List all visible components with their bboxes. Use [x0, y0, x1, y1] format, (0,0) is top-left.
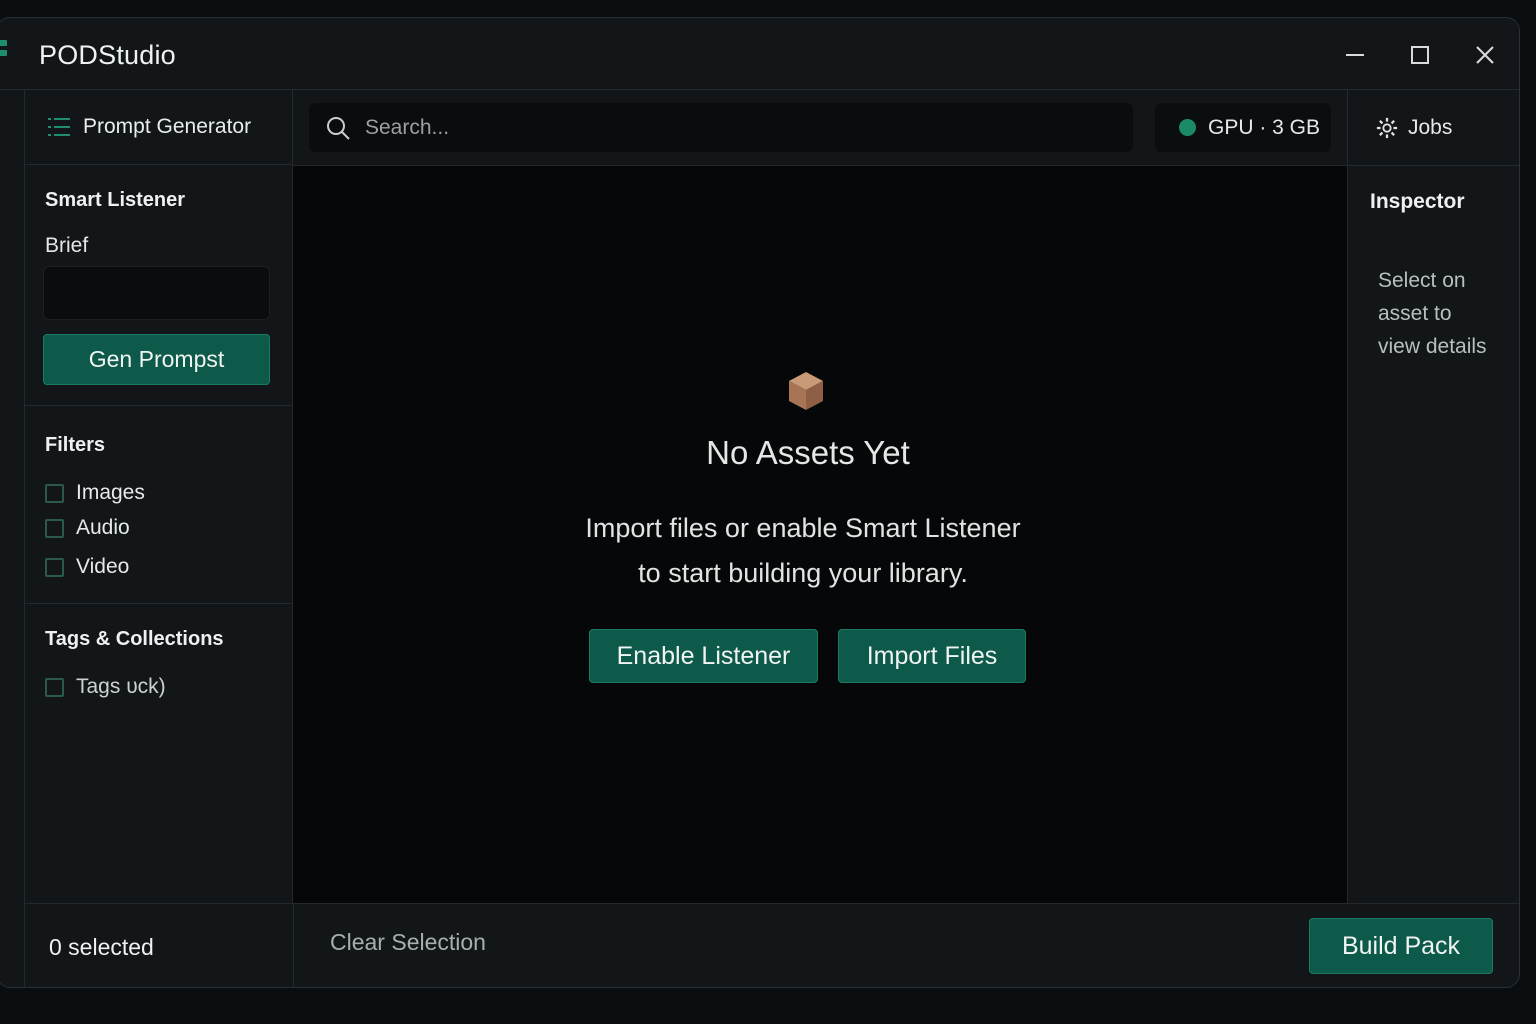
inspector-line3: view details	[1378, 335, 1487, 358]
gen-prompt-button[interactable]: Gen Prompst	[43, 334, 270, 385]
search-input[interactable]	[365, 115, 1085, 140]
smart-listener-title: Smart Listener	[45, 189, 186, 211]
brief-input[interactable]	[43, 266, 270, 320]
brief-label: Brief	[45, 234, 89, 257]
left-sidebar: Prompt Generator Smart Listener Brief Ge…	[24, 90, 293, 903]
footer-bar: 0 selected Clear Selection Build Pack	[24, 903, 1519, 987]
filter-images[interactable]: Images	[45, 481, 272, 505]
maximize-icon	[1411, 46, 1429, 64]
gpu-status-dot	[1179, 119, 1196, 136]
empty-state-description: Import files or enable Smart Listener to…	[293, 506, 1313, 596]
video-checkbox[interactable]	[45, 557, 64, 577]
filters-section: Filters Images Audio Video	[25, 406, 292, 604]
tags-item-label: Tags ᴜck)	[76, 675, 166, 698]
empty-state-title: No Assets Yet	[706, 434, 910, 471]
inspector-line2: asset to	[1378, 302, 1452, 325]
filter-audio[interactable]: Audio	[45, 516, 272, 540]
build-pack-button[interactable]: Build Pack	[1309, 918, 1493, 974]
inspector-title: Inspector	[1370, 190, 1465, 213]
list-icon	[48, 118, 70, 136]
app-logo-icon	[0, 40, 9, 66]
smart-listener-section: Smart Listener Brief Gen Prompst	[25, 165, 292, 406]
jobs-button[interactable]: Jobs	[1347, 90, 1519, 166]
enable-listener-button[interactable]: Enable Listener	[589, 629, 818, 683]
prompt-generator-tab[interactable]: Prompt Generator	[25, 90, 292, 165]
maximize-button[interactable]	[1402, 38, 1438, 72]
prompt-generator-label: Prompt Generator	[83, 115, 252, 138]
empty-desc-line1: Import files or enable Smart Listener	[585, 513, 1021, 543]
search-icon	[327, 116, 350, 140]
search-bar[interactable]	[309, 103, 1133, 152]
app-title: PODStudio	[39, 40, 176, 70]
minimize-icon	[1346, 54, 1364, 56]
images-checkbox[interactable]	[45, 483, 64, 503]
app-window: PODStudio Prompt Generator Smart Listene…	[0, 17, 1520, 988]
gear-icon	[1376, 117, 1398, 138]
minimize-button[interactable]	[1337, 38, 1373, 72]
tags-section: Tags & Collections Tags ᴜck)	[25, 604, 292, 699]
tags-checkbox[interactable]	[45, 677, 64, 697]
inspector-panel: Inspector Select on asset to view detail…	[1347, 166, 1519, 903]
audio-checkbox[interactable]	[45, 518, 64, 538]
filter-video-label: Video	[76, 555, 130, 578]
box-icon	[789, 372, 823, 410]
jobs-label: Jobs	[1408, 115, 1453, 139]
gpu-status-badge: GPU · 3 GB	[1155, 103, 1331, 152]
gpu-label: GPU · 3 GB	[1208, 115, 1321, 139]
tags-title: Tags & Collections	[45, 628, 224, 650]
close-button[interactable]	[1467, 38, 1503, 72]
empty-desc-line2: to start building your library.	[638, 558, 968, 588]
filter-images-label: Images	[76, 481, 145, 504]
tags-item[interactable]: Tags ᴜck)	[45, 675, 272, 699]
filters-title: Filters	[45, 434, 106, 456]
close-icon	[1476, 46, 1494, 64]
asset-grid-area: No Assets Yet Import files or enable Sma…	[293, 166, 1347, 903]
inspector-placeholder: Select on asset to view details	[1378, 264, 1514, 363]
clear-selection-button[interactable]: Clear Selection	[330, 929, 486, 956]
import-files-button[interactable]: Import Files	[838, 629, 1026, 683]
filter-audio-label: Audio	[76, 516, 130, 539]
filter-video[interactable]: Video	[45, 555, 272, 579]
inspector-line1: Select on	[1378, 269, 1466, 292]
title-bar: PODStudio	[0, 18, 1519, 90]
selected-count: 0 selected	[25, 904, 294, 987]
